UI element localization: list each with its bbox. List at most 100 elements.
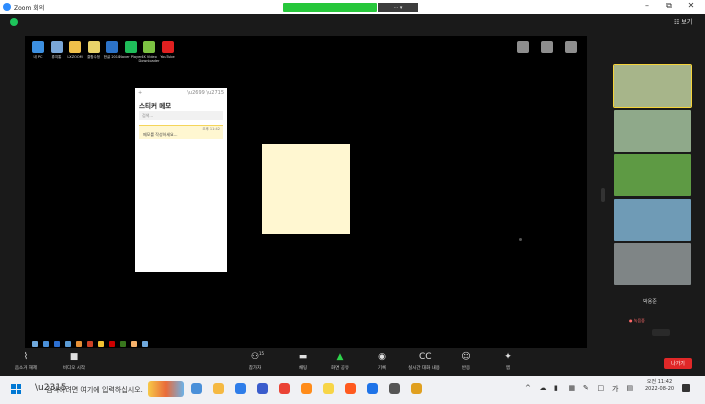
- desktop-shortcut-icon[interactable]: [161, 41, 174, 53]
- desktop-shortcut-icon[interactable]: [50, 41, 63, 53]
- taskbar-app-icon[interactable]: [301, 383, 312, 394]
- tray-icon[interactable]: 가: [612, 384, 618, 394]
- mute-button[interactable]: ⌇ 음소거 해제: [4, 352, 48, 371]
- desktop-shortcut-icon[interactable]: [69, 41, 81, 53]
- search-highlight-image[interactable]: [148, 381, 184, 397]
- shared-taskbar-app-icon: [65, 341, 71, 347]
- tray-icon[interactable]: ☁: [540, 384, 547, 392]
- zoom-logo-icon: [3, 3, 11, 11]
- apps-icon: ✦: [504, 352, 512, 362]
- tray-icon[interactable]: ^: [525, 384, 531, 392]
- video-label: 비디오 시작: [62, 366, 86, 371]
- notification-icon[interactable]: [682, 384, 690, 392]
- share-options-button[interactable]: ··· ▾: [378, 3, 418, 12]
- desktop-shortcut-icon[interactable]: [32, 41, 44, 53]
- sticky-panel-header: + \u2699 \u2715: [138, 90, 224, 98]
- participant-video-tile[interactable]: [614, 198, 691, 241]
- screen-share-banner[interactable]: [283, 3, 377, 12]
- security-shield-icon[interactable]: [10, 18, 18, 26]
- taskbar-app-icon[interactable]: [389, 383, 400, 394]
- add-note-icon[interactable]: +: [138, 90, 142, 98]
- clock-date: 2022-08-20: [645, 386, 675, 392]
- participants-count: 15: [259, 351, 265, 356]
- share-icon: ▲: [336, 352, 344, 362]
- taskbar-app-icon[interactable]: [279, 383, 290, 394]
- gallery-collapse-button[interactable]: [652, 329, 670, 336]
- desktop-folder-icon[interactable]: [565, 41, 577, 53]
- participants-label: 참가자: [248, 366, 262, 371]
- taskbar-app-icon[interactable]: [235, 383, 246, 394]
- shared-taskbar-app-icon: [43, 341, 49, 347]
- resize-handle[interactable]: [601, 188, 605, 202]
- captions-button[interactable]: CC 실시간 대화 내용: [402, 352, 446, 371]
- record-label: 기록: [377, 366, 387, 371]
- share-button[interactable]: ▲ 화면 공유: [318, 352, 362, 371]
- windows-start-icon[interactable]: [11, 384, 21, 394]
- tray-icon[interactable]: ✎: [583, 384, 589, 392]
- shared-taskbar-app-icon: [120, 341, 126, 347]
- sticky-search-input[interactable]: 검색...: [139, 111, 223, 120]
- clock-time: 오전 11:42: [646, 379, 673, 385]
- restore-button[interactable]: ⧉: [663, 1, 675, 11]
- taskbar-app-icon[interactable]: [367, 383, 378, 394]
- leave-button[interactable]: 나가기: [664, 358, 692, 369]
- taskbar-app-icon[interactable]: [191, 383, 202, 394]
- participant-video-tile[interactable]: [614, 154, 691, 196]
- taskbar-app-icon[interactable]: [323, 383, 334, 394]
- participant-video-tile[interactable]: [614, 243, 691, 285]
- tray-icon[interactable]: ▮: [554, 384, 558, 392]
- desktop-shortcut-label: YouTube: [160, 55, 175, 59]
- tray-icon[interactable]: □: [598, 384, 605, 392]
- taskbar-app-icon[interactable]: [411, 383, 422, 394]
- taskbar-app-icon[interactable]: [257, 383, 268, 394]
- video-button[interactable]: ■ 비디오 시작: [52, 352, 96, 371]
- minimize-button[interactable]: –: [641, 1, 653, 10]
- mute-label: 음소거 해제: [14, 366, 38, 371]
- sticky-panel-title: 스티커 메모: [139, 102, 172, 110]
- note-time: 오후 11:42: [202, 127, 220, 131]
- desktop-shortcut-icon[interactable]: [106, 41, 118, 53]
- record-icon: ◉: [378, 352, 386, 362]
- taskbar-clock[interactable]: 오전 11:42 2022-08-20: [645, 379, 674, 393]
- tray-icon[interactable]: ▦: [569, 384, 576, 392]
- taskbar-app-icon[interactable]: [213, 383, 224, 394]
- sticky-notes-panel: + \u2699 \u2715 스티커 메모 검색... 오후 11:42 메모…: [135, 88, 227, 272]
- view-button[interactable]: ☷ 보기: [674, 17, 692, 26]
- participant-video-tile[interactable]: [614, 109, 691, 152]
- shared-taskbar-app-icon: [142, 341, 148, 347]
- shared-taskbar-app-icon: [87, 341, 93, 347]
- chat-icon: ▬: [298, 352, 308, 362]
- reactions-button[interactable]: ☺ 반응: [444, 352, 488, 371]
- shared-taskbar-app-icon: [98, 341, 104, 347]
- recording-label: ● 녹음중: [629, 318, 645, 323]
- share-label: 화면 공유: [331, 366, 349, 371]
- cursor-dot: [519, 238, 522, 241]
- captions-label: 실시간 대화 내용: [408, 366, 440, 371]
- desktop-shortcut-icon[interactable]: [124, 41, 137, 53]
- taskbar-search-input[interactable]: 검색하려면 여기에 입력하십시오.: [46, 385, 143, 395]
- desktop-folder-icon[interactable]: [541, 41, 553, 53]
- mute-icon: ⌇: [23, 352, 29, 362]
- participants-button[interactable]: ⚇ 참가자 15: [233, 351, 277, 371]
- sticky-note-list-item[interactable]: 오후 11:42 메모를 작성하세요...: [139, 125, 223, 139]
- shared-taskbar-app-icon: [54, 341, 60, 347]
- reactions-label: 반응: [461, 366, 471, 371]
- apps-label: 앱: [505, 366, 511, 371]
- desktop-folder-icon[interactable]: [517, 41, 529, 53]
- video-icon: ■: [69, 352, 79, 362]
- shared-taskbar-app-icon: [109, 341, 115, 347]
- desktop-shortcut-icon[interactable]: [87, 41, 100, 53]
- desktop-shortcut-icon[interactable]: [143, 41, 155, 53]
- close-button[interactable]: ✕: [685, 1, 697, 10]
- tray-icon[interactable]: ▤: [627, 384, 634, 392]
- taskbar-app-icon[interactable]: [345, 383, 356, 394]
- window-title-bar: Zoom 회의 ··· ▾ – ⧉ ✕: [0, 0, 705, 14]
- record-button[interactable]: ◉ 기록: [360, 352, 404, 371]
- meeting-top-strip: [0, 14, 705, 36]
- shared-taskbar-app-icon: [131, 341, 137, 347]
- settings-icon[interactable]: \u2699 \u2715: [187, 90, 224, 98]
- zoom-meeting-window: Zoom 회의 ··· ▾ – ⧉ ✕ ☷ 보기 + \u2699 \u2715…: [0, 0, 705, 404]
- participant-video-tile[interactable]: [613, 64, 692, 108]
- sticky-note-window[interactable]: [262, 144, 350, 234]
- apps-button[interactable]: ✦ 앱: [486, 352, 530, 371]
